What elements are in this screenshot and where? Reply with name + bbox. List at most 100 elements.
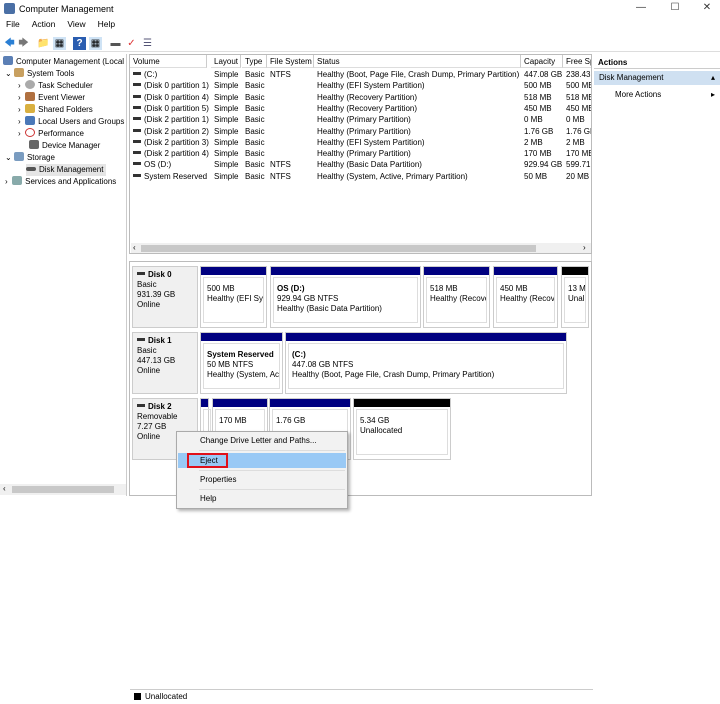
partition-status: Unallo (568, 294, 585, 303)
table-cell: 0 MB (521, 114, 563, 125)
table-row[interactable]: (Disk 2 partition 4) Simple Basic Healthy (… (130, 148, 591, 159)
partition-bar (286, 333, 566, 341)
tree-item-device-manager[interactable]: Device Manager (29, 140, 100, 152)
tree-item-event-viewer[interactable]: › Event Viewer (18, 92, 85, 104)
partition-block[interactable]: 518 MB Healthy (Recover (423, 266, 490, 328)
table-cell: Healthy (System, Active, Primary Partiti… (314, 171, 521, 182)
menu-action[interactable]: Action (32, 19, 56, 29)
tree-item-task-scheduler[interactable]: › Task Scheduler (18, 80, 93, 92)
disk-info-1[interactable]: Disk 1 Basic 447.13 GB Online (132, 332, 198, 394)
partition-bar (271, 267, 420, 275)
cell-text: Simple (214, 70, 239, 79)
table-cell: 1.76 GB (563, 126, 591, 137)
tree-horizontal-scrollbar[interactable]: ‹ (0, 484, 126, 495)
partition-block[interactable]: 500 MB Healthy (EFI Syst (200, 266, 267, 328)
window-title: Computer Management (19, 4, 114, 14)
actions-pane: Actions Disk Management ▴ More Actions ▸ (594, 54, 720, 496)
table-row[interactable]: System Reserved Simple Basic NTFS Healthy (S… (130, 171, 591, 182)
list-horizontal-scrollbar[interactable]: ‹ › (131, 243, 591, 253)
disk-name: Disk 2 (137, 402, 193, 412)
column-header-file-system[interactable]: File System (267, 55, 314, 68)
table-row[interactable]: (C:) Simple Basic NTFS Healthy (Boot, Page F… (130, 69, 591, 80)
partition-block[interactable]: OS (D:) 929.94 GB NTFS Healthy (Basic Data… (270, 266, 421, 328)
scroll-thumb[interactable] (12, 486, 114, 493)
maximize-button[interactable]: ☐ (668, 2, 682, 16)
partition-block[interactable]: 5.34 GB Unallocated (353, 398, 451, 460)
tree-item-disk-management[interactable]: Disk Management (26, 164, 107, 176)
more-actions-link[interactable]: More Actions ▸ (615, 89, 715, 100)
table-cell: (Disk 0 partition 1) (130, 80, 211, 91)
table-cell: Healthy (Recovery Partition) (314, 92, 521, 103)
table-row[interactable]: (Disk 0 partition 5) Simple Basic Healthy (… (130, 103, 591, 114)
table-row[interactable]: (Disk 0 partition 1) Simple Basic Healthy (… (130, 80, 591, 91)
column-header-volume[interactable]: Volume (130, 55, 207, 68)
table-row[interactable]: OS (D:) Simple Basic NTFS Healthy (Basic Dat… (130, 159, 591, 170)
actions-section-disk-management[interactable]: Disk Management ▴ (594, 71, 720, 85)
table-row[interactable]: (Disk 2 partition 2) Simple Basic Healthy (… (130, 126, 591, 137)
menu-item-properties[interactable]: Properties (178, 472, 346, 487)
scroll-thumb[interactable] (141, 245, 536, 252)
tree-item-services-applications[interactable]: › Services and Applications (5, 176, 116, 188)
cell-text: 599.71 (566, 160, 591, 170)
table-cell: 20 MB (563, 171, 591, 182)
table-cell: Simple (211, 126, 242, 137)
disk-info-0[interactable]: Disk 0 Basic 931.39 GB Online (132, 266, 198, 328)
tree-item-system-tools[interactable]: ⌄ System Tools (5, 68, 74, 80)
column-header-capacity[interactable]: Capacity (521, 55, 563, 68)
table-row[interactable]: (Disk 0 partition 4) Simple Basic Healthy (… (130, 92, 591, 103)
partition-block[interactable]: System Reserved 50 MB NTFS Healthy (System… (200, 332, 283, 394)
cell-text: 500 MB (524, 81, 552, 91)
back-arrow-icon[interactable]: 🡄 (3, 37, 16, 50)
partition-block[interactable]: (C:) 447.08 GB NTFS Healthy (Boot, Page Fi… (285, 332, 567, 394)
column-header-status[interactable]: Status (314, 55, 521, 68)
show-hide-action-icon[interactable]: ▦ (89, 37, 102, 50)
volume-icon (133, 151, 141, 155)
tree-item-performance[interactable]: › Performance (18, 128, 84, 140)
tree-item-storage[interactable]: ⌄ Storage (5, 152, 55, 164)
partition-block[interactable]: 450 MB Healthy (Recove (493, 266, 558, 328)
table-cell: 518 MB (521, 92, 563, 103)
table-cell: Basic (242, 114, 267, 125)
forward-arrow-icon[interactable]: 🡆 (17, 37, 30, 50)
menu-item-eject[interactable]: Eject (178, 453, 346, 468)
table-cell: Basic (242, 171, 267, 182)
table-cell: 170 MB (521, 148, 563, 159)
tree-item-computer-management[interactable]: Computer Management (Local (3, 56, 124, 68)
tree-item-shared-folders[interactable]: › Shared Folders (18, 104, 93, 116)
cell-text: Healthy (EFI System Partition) (317, 81, 425, 91)
menu-file[interactable]: File (6, 19, 20, 29)
scroll-left-icon[interactable]: ‹ (3, 484, 6, 493)
menu-item-change-drive-letter[interactable]: Change Drive Letter and Paths... (178, 433, 346, 448)
cell-text: 1.76 GB (566, 126, 591, 136)
partition-status: Healthy (EFI Syst (207, 294, 264, 303)
table-cell: Simple (211, 148, 242, 159)
table-row[interactable]: (Disk 2 partition 3) Simple Basic Healthy (… (130, 137, 591, 148)
minimize-button[interactable]: — (634, 2, 648, 16)
partition-bar (213, 399, 267, 407)
up-folder-icon[interactable]: 📁 (37, 37, 50, 50)
help-icon[interactable]: ? (73, 37, 86, 50)
disk-icon[interactable]: ▬ (109, 37, 122, 50)
menu-view[interactable]: View (67, 19, 85, 29)
column-header-layout[interactable]: Layout (211, 55, 241, 68)
collapse-icon[interactable]: ▴ (711, 71, 715, 85)
scroll-left-icon[interactable]: ‹ (133, 243, 136, 252)
cell-text: (Disk 2 partition 1) (144, 115, 209, 125)
cell-text: 2 MB (524, 137, 543, 147)
scroll-right-icon[interactable]: › (583, 243, 586, 252)
cell-text: Simple (214, 160, 239, 170)
column-header-type[interactable]: Type (242, 55, 267, 68)
partition-block[interactable]: 13 MBUnallo (561, 266, 589, 328)
tree-item-local-users[interactable]: › Local Users and Groups (18, 116, 124, 128)
table-cell: Simple (211, 159, 242, 170)
properties-icon[interactable]: ☰ (141, 37, 154, 50)
close-button[interactable]: ✕ (700, 2, 714, 16)
menu-item-help[interactable]: Help (178, 491, 346, 506)
checklist-icon[interactable]: ✓ (125, 37, 138, 50)
table-cell: Basic (242, 92, 267, 103)
table-row[interactable]: (Disk 2 partition 1) Simple Basic Healthy (… (130, 114, 591, 125)
show-hide-tree-icon[interactable]: ▦ (53, 37, 66, 50)
menu-help[interactable]: Help (98, 19, 115, 29)
partition-details: 5.34 GB Unallocated (356, 409, 448, 455)
column-header-free-space[interactable]: Free Sp (563, 55, 591, 68)
